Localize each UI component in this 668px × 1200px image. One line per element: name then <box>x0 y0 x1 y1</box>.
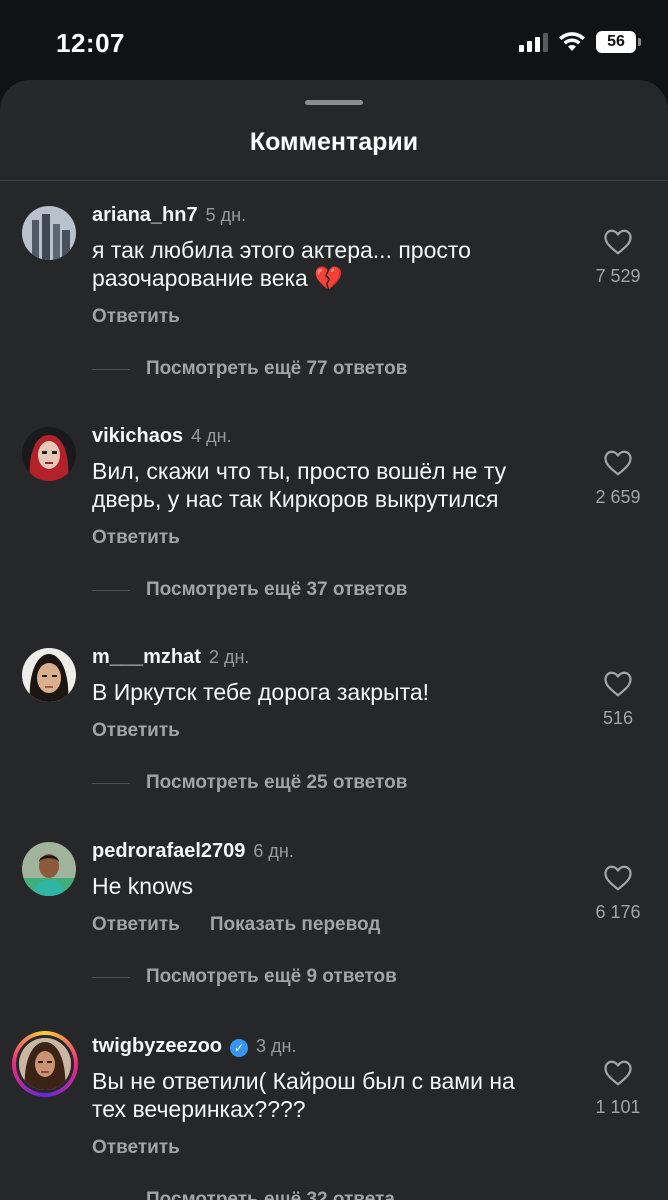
sheet-grabber[interactable] <box>305 100 363 105</box>
status-time: 12:07 <box>56 28 125 58</box>
comment-text: He knows <box>92 872 562 900</box>
heart-icon[interactable] <box>603 1059 633 1087</box>
avatar[interactable] <box>22 427 76 481</box>
comment-text: Вы не ответили( Кайрош был с вами на тех… <box>92 1067 562 1123</box>
comment-time: 2 дн. <box>208 647 250 667</box>
comment-text-line: Вил, скажи что ты, просто вошёл не ту <box>92 458 507 484</box>
comment-text-line: В Иркутск тебе дорога закрыта! <box>92 679 430 705</box>
battery-icon: 56 <box>596 31 641 53</box>
username[interactable]: twigbyzeezoo <box>92 1035 222 1058</box>
avatar[interactable] <box>22 206 76 260</box>
like-count: 6 176 <box>595 902 641 922</box>
view-replies-button[interactable]: Посмотреть ещё 32 ответа <box>92 1189 395 1200</box>
heart-icon[interactable] <box>603 864 633 892</box>
broken-heart-emoji: 💔 <box>314 265 343 291</box>
reply-button[interactable]: Ответить <box>92 720 180 742</box>
username[interactable]: vikichaos <box>92 425 183 448</box>
status-bar: 12:07 56 <box>0 0 668 80</box>
like-count: 516 <box>602 708 634 728</box>
avatar[interactable] <box>22 648 76 702</box>
like-count: 2 659 <box>595 487 641 507</box>
comment-text-line: He knows <box>92 873 193 899</box>
show-translation-button[interactable]: Показать перевод <box>210 914 381 936</box>
reply-button[interactable]: Ответить <box>92 306 180 328</box>
heart-icon[interactable] <box>603 228 633 256</box>
comment-time: 4 дн. <box>191 426 232 446</box>
comment-text: В Иркутск тебе дорога закрыта! <box>92 678 562 706</box>
comment-text-line: тех вечеринках???? <box>92 1096 306 1122</box>
comment-text-line: разочарование века <box>92 265 308 291</box>
like-count: 1 101 <box>595 1097 641 1117</box>
comment-time: 3 дн. <box>256 1036 297 1056</box>
username[interactable]: ariana_hn7 <box>92 204 198 227</box>
username[interactable]: m___mzhat <box>92 646 201 669</box>
wifi-icon <box>559 32 585 51</box>
comment-time: 6 дн. <box>253 841 294 861</box>
verified-badge-icon: ✓ <box>230 1039 249 1057</box>
comments-sheet: Комментарии ariana_hn7 5 дн. я так любил… <box>0 80 668 1200</box>
status-icons: 56 <box>519 30 641 54</box>
comment-text-line: Вы не ответили( Кайрош был с вами на <box>92 1068 515 1094</box>
avatar[interactable] <box>22 842 76 896</box>
avatar-with-story-ring[interactable] <box>12 1031 78 1097</box>
view-replies-label: Посмотреть ещё 25 ответов <box>146 772 408 793</box>
comment-text-line: дверь, у нас так Киркоров выкрутился <box>92 486 499 512</box>
comment-text: я так любила этого актера... просто разо… <box>92 236 562 292</box>
view-replies-label: Посмотреть ещё 32 ответа <box>146 1189 395 1200</box>
view-replies-button[interactable]: Посмотреть ещё 9 ответов <box>92 966 397 988</box>
comment-text: Вил, скажи что ты, просто вошёл не ту дв… <box>92 457 562 513</box>
comment-time: 5 дн. <box>205 205 247 225</box>
heart-icon[interactable] <box>603 670 633 698</box>
reply-button[interactable]: Ответить <box>92 527 180 549</box>
comment-text-line: я так любила этого актера... просто <box>92 237 471 263</box>
sheet-title: Комментарии <box>249 128 419 156</box>
like-count: 7 529 <box>595 266 641 286</box>
cellular-signal-icon <box>519 32 548 52</box>
view-replies-button[interactable]: Посмотреть ещё 37 ответов <box>92 579 407 601</box>
reply-button[interactable]: Ответить <box>92 914 180 936</box>
view-replies-button[interactable]: Посмотреть ещё 77 ответов <box>92 358 407 380</box>
view-replies-label: Посмотреть ещё 77 ответов <box>146 358 408 379</box>
divider <box>0 180 668 181</box>
view-replies-label: Посмотреть ещё 37 ответов <box>146 579 408 600</box>
reply-button[interactable]: Ответить <box>92 1137 180 1159</box>
view-replies-label: Посмотреть ещё 9 ответов <box>146 966 397 987</box>
heart-icon[interactable] <box>603 449 633 477</box>
view-replies-button[interactable]: Посмотреть ещё 25 ответов <box>92 772 407 794</box>
username[interactable]: pedrorafael2709 <box>92 840 245 863</box>
